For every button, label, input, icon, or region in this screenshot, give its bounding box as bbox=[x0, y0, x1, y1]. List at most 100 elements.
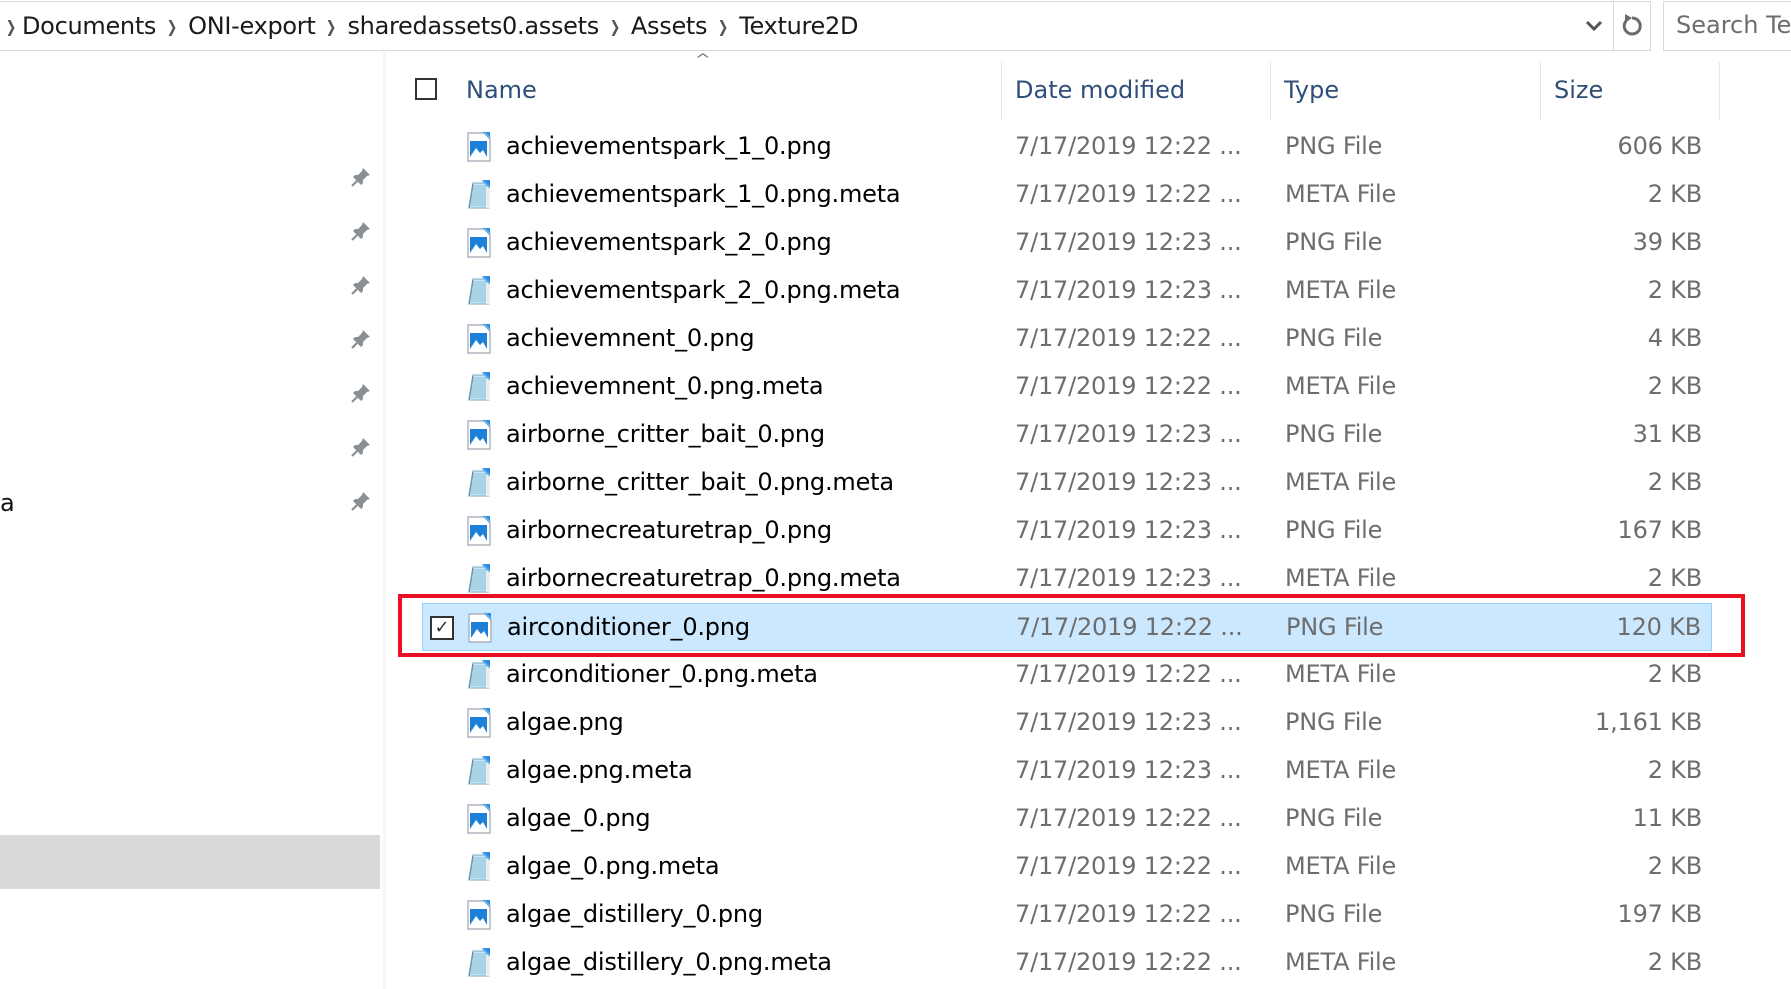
pane-splitter[interactable] bbox=[383, 52, 386, 989]
file-size: 39 KB bbox=[1632, 228, 1703, 256]
file-size: 31 KB bbox=[1632, 420, 1703, 448]
file-row[interactable]: achievemnent_0.png 7/17/2019 12:22 ... PNG… bbox=[422, 315, 1712, 363]
select-all-checkbox[interactable] bbox=[415, 78, 437, 100]
file-name[interactable]: achievementspark_1_0.png bbox=[506, 132, 832, 160]
pin-icon[interactable] bbox=[350, 382, 372, 404]
file-row[interactable]: algae.png.meta 7/17/2019 12:23 ... META Fi… bbox=[422, 747, 1712, 795]
pin-icon[interactable] bbox=[350, 436, 372, 458]
file-date-modified: 7/17/2019 12:22 ... bbox=[1015, 804, 1242, 832]
file-type: META File bbox=[1285, 180, 1397, 208]
breadcrumb-separator-icon[interactable]: ❯ bbox=[319, 17, 345, 36]
file-row[interactable]: algae_distillery_0.png 7/17/2019 12:22 ..… bbox=[422, 891, 1712, 939]
file-size: 2 KB bbox=[1647, 180, 1703, 208]
file-row-selected[interactable]: ✓ airconditioner_0.png 7/17/2019 12:22 ...… bbox=[422, 603, 1712, 651]
file-name[interactable]: airborne_critter_bait_0.png.meta bbox=[506, 468, 894, 496]
file-name[interactable]: airbornecreaturetrap_0.png bbox=[506, 516, 832, 544]
png-file-icon bbox=[465, 323, 495, 355]
file-size: 2 KB bbox=[1647, 948, 1703, 976]
png-file-icon bbox=[466, 612, 496, 644]
file-name[interactable]: algae_0.png.meta bbox=[506, 852, 720, 880]
pin-icon[interactable] bbox=[350, 490, 372, 512]
breadcrumb-texture2d[interactable]: Texture2D bbox=[739, 12, 858, 40]
file-name[interactable]: algae_distillery_0.png bbox=[506, 900, 763, 928]
file-date-modified: 7/17/2019 12:23 ... bbox=[1015, 228, 1242, 256]
column-header-name[interactable]: Name bbox=[466, 76, 537, 104]
file-row[interactable]: airconditioner_0.png.meta 7/17/2019 12:22… bbox=[422, 651, 1712, 699]
breadcrumb-oni-export[interactable]: ONI-export bbox=[188, 12, 316, 40]
nav-item-partial-label[interactable]: a bbox=[0, 489, 15, 517]
column-divider[interactable] bbox=[1540, 62, 1541, 120]
file-row[interactable]: achievementspark_2_0.png 7/17/2019 12:23 … bbox=[422, 219, 1712, 267]
file-type: PNG File bbox=[1285, 324, 1383, 352]
file-row[interactable]: achievemnent_0.png.meta 7/17/2019 12:22 .… bbox=[422, 363, 1712, 411]
pin-icon[interactable] bbox=[350, 328, 372, 350]
file-row[interactable]: airbornecreaturetrap_0.png.meta 7/17/2019… bbox=[422, 555, 1712, 603]
file-name[interactable]: algae.png.meta bbox=[506, 756, 693, 784]
column-header-size[interactable]: Size bbox=[1554, 76, 1603, 104]
file-name[interactable]: algae_0.png bbox=[506, 804, 651, 832]
file-date-modified: 7/17/2019 12:22 ... bbox=[1015, 948, 1242, 976]
address-history-dropdown[interactable] bbox=[1575, 2, 1613, 50]
column-header-type[interactable]: Type bbox=[1284, 76, 1339, 104]
file-row[interactable]: airborne_critter_bait_0.png.meta 7/17/201… bbox=[422, 459, 1712, 507]
file-type: META File bbox=[1285, 948, 1397, 976]
nav-item-hovered[interactable] bbox=[0, 835, 380, 889]
file-size: 4 KB bbox=[1647, 324, 1703, 352]
png-file-icon bbox=[465, 899, 495, 931]
file-row[interactable]: algae.png 7/17/2019 12:23 ... PNG File 1,16… bbox=[422, 699, 1712, 747]
file-row[interactable]: achievementspark_1_0.png 7/17/2019 12:22 … bbox=[422, 123, 1712, 171]
refresh-button[interactable] bbox=[1613, 2, 1650, 50]
file-name[interactable]: achievemnent_0.png bbox=[506, 324, 755, 352]
pin-icon[interactable] bbox=[350, 274, 372, 296]
file-name[interactable]: algae_distillery_0.png.meta bbox=[506, 948, 832, 976]
file-name[interactable]: airborne_critter_bait_0.png bbox=[506, 420, 825, 448]
file-size: 2 KB bbox=[1647, 468, 1703, 496]
png-file-icon bbox=[465, 227, 495, 259]
breadcrumb-separator-icon[interactable]: ❯ bbox=[2, 17, 20, 36]
breadcrumb-documents[interactable]: Documents bbox=[22, 12, 156, 40]
file-name[interactable]: algae.png bbox=[506, 708, 624, 736]
png-file-icon bbox=[465, 707, 495, 739]
file-size: 1,161 KB bbox=[1595, 708, 1702, 736]
file-row[interactable]: achievementspark_2_0.png.meta 7/17/2019 1… bbox=[422, 267, 1712, 315]
file-date-modified: 7/17/2019 12:22 ... bbox=[1015, 852, 1242, 880]
search-placeholder: Search Tex bbox=[1676, 11, 1791, 39]
file-type: META File bbox=[1285, 276, 1397, 304]
sort-ascending-icon: ^ bbox=[694, 52, 712, 68]
file-row[interactable]: algae_0.png 7/17/2019 12:22 ... PNG File 11… bbox=[422, 795, 1712, 843]
file-type: PNG File bbox=[1285, 516, 1383, 544]
column-header-date-modified[interactable]: Date modified bbox=[1015, 76, 1185, 104]
column-divider[interactable] bbox=[1719, 62, 1720, 120]
file-size: 606 KB bbox=[1617, 132, 1703, 160]
breadcrumb-separator-icon[interactable]: ❯ bbox=[710, 17, 736, 36]
search-input[interactable]: Search Tex bbox=[1663, 1, 1791, 51]
breadcrumb-separator-icon[interactable]: ❯ bbox=[159, 17, 185, 36]
file-name[interactable]: achievemnent_0.png.meta bbox=[506, 372, 824, 400]
file-name[interactable]: achievementspark_1_0.png.meta bbox=[506, 180, 901, 208]
file-row[interactable]: airbornecreaturetrap_0.png 7/17/2019 12:2… bbox=[422, 507, 1712, 555]
row-checkbox[interactable]: ✓ bbox=[430, 616, 454, 640]
breadcrumb-separator-icon[interactable]: ❯ bbox=[602, 17, 628, 36]
file-date-modified: 7/17/2019 12:23 ... bbox=[1015, 708, 1242, 736]
file-type: META File bbox=[1285, 372, 1397, 400]
breadcrumb-sharedassets0[interactable]: sharedassets0.assets bbox=[347, 12, 599, 40]
file-name[interactable]: achievementspark_2_0.png bbox=[506, 228, 832, 256]
column-divider[interactable] bbox=[1001, 62, 1002, 120]
file-type: PNG File bbox=[1286, 613, 1384, 641]
file-name[interactable]: airconditioner_0.png.meta bbox=[506, 660, 818, 688]
file-date-modified: 7/17/2019 12:22 ... bbox=[1015, 324, 1242, 352]
file-type: PNG File bbox=[1285, 132, 1383, 160]
breadcrumb-assets[interactable]: Assets bbox=[631, 12, 708, 40]
file-row[interactable]: airborne_critter_bait_0.png 7/17/2019 12:… bbox=[422, 411, 1712, 459]
column-divider[interactable] bbox=[1270, 62, 1271, 120]
pin-icon[interactable] bbox=[350, 220, 372, 242]
file-name[interactable]: achievementspark_2_0.png.meta bbox=[506, 276, 901, 304]
file-row[interactable]: achievementspark_1_0.png.meta 7/17/2019 1… bbox=[422, 171, 1712, 219]
file-name[interactable]: airbornecreaturetrap_0.png.meta bbox=[506, 564, 901, 592]
pin-icon[interactable] bbox=[350, 166, 372, 188]
file-size: 197 KB bbox=[1617, 900, 1703, 928]
file-row[interactable]: algae_0.png.meta 7/17/2019 12:22 ... META … bbox=[422, 843, 1712, 891]
file-row[interactable]: algae_distillery_0.png.meta 7/17/2019 12:… bbox=[422, 939, 1712, 987]
file-name[interactable]: airconditioner_0.png bbox=[507, 613, 750, 641]
address-bar[interactable]: ❯ Documents ❯ ONI-export ❯ sharedassets0… bbox=[0, 1, 1651, 51]
